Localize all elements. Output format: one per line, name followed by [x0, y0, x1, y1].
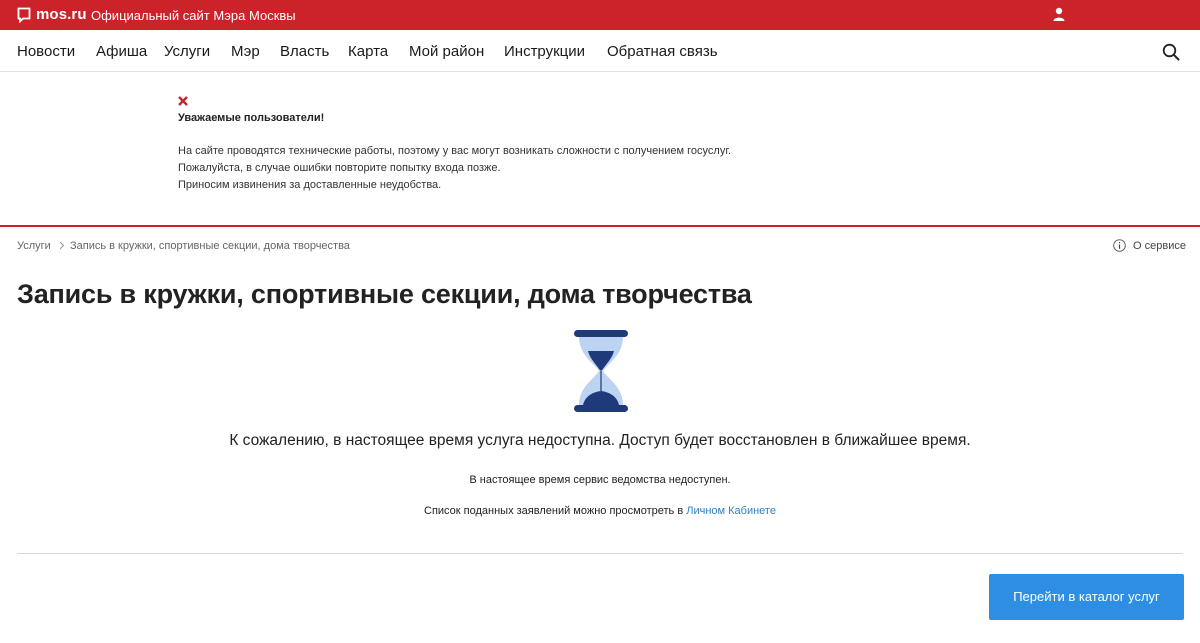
nav-item-afisha[interactable]: Афиша	[96, 43, 147, 60]
personal-cabinet-link[interactable]: Личном Кабинете	[686, 505, 776, 517]
agency-message: В настоящее время сервис ведомства недос…	[469, 474, 731, 486]
nav-item-mayor[interactable]: Мэр	[231, 43, 260, 60]
logo-icon[interactable]	[17, 7, 31, 23]
go-to-catalog-button[interactable]: Перейти в каталог услуг	[989, 574, 1184, 620]
about-service-link[interactable]: О сервисе	[1133, 240, 1186, 252]
page-title: Запись в кружки, спортивные секции, дома…	[17, 279, 752, 309]
nav-item-instructions[interactable]: Инструкции	[504, 43, 585, 60]
chevron-right-icon	[59, 241, 65, 250]
applications-message: Список поданных заявлений можно просмотр…	[0, 505, 1200, 517]
notice-line: Приносим извинения за доставленные неудо…	[178, 179, 442, 191]
notice-line: На сайте проводятся технические работы, …	[178, 145, 732, 157]
user-icon[interactable]	[1052, 7, 1066, 22]
notice-title: Уважаемые пользователи!	[178, 112, 325, 124]
hourglass-icon	[574, 330, 628, 412]
nav-item-map[interactable]: Карта	[348, 43, 388, 60]
breadcrumb-item-services[interactable]: Услуги	[17, 240, 51, 252]
nav-item-my-district[interactable]: Мой район	[409, 43, 484, 60]
breadcrumb-item-current: Запись в кружки, спортивные секции, дома…	[70, 240, 350, 252]
nav-item-services[interactable]: Услуги	[164, 43, 210, 60]
main-nav: Новости Афиша Услуги Мэр Власть Карта Мо…	[0, 30, 1200, 72]
notice-line: Пожалуйста, в случае ошибки повторите по…	[178, 162, 501, 174]
logo-text[interactable]: mos.ru	[36, 6, 87, 23]
top-bar: mos.ru Официальный сайт Мэра Москвы	[0, 0, 1200, 30]
maintenance-notice: Уважаемые пользователи! На сайте проводя…	[0, 72, 1200, 227]
search-icon[interactable]	[1162, 43, 1180, 61]
info-icon[interactable]	[1113, 239, 1126, 252]
site-subtitle[interactable]: Официальный сайт Мэра Москвы	[91, 8, 296, 23]
nav-item-feedback[interactable]: Обратная связь	[607, 43, 718, 60]
nav-item-government[interactable]: Власть	[280, 43, 329, 60]
applications-prefix: Список поданных заявлений можно просмотр…	[424, 505, 684, 517]
nav-item-news[interactable]: Новости	[17, 43, 75, 60]
divider	[17, 553, 1183, 554]
close-icon[interactable]	[178, 96, 188, 106]
unavailable-message: К сожалению, в настоящее время услуга не…	[229, 432, 971, 449]
